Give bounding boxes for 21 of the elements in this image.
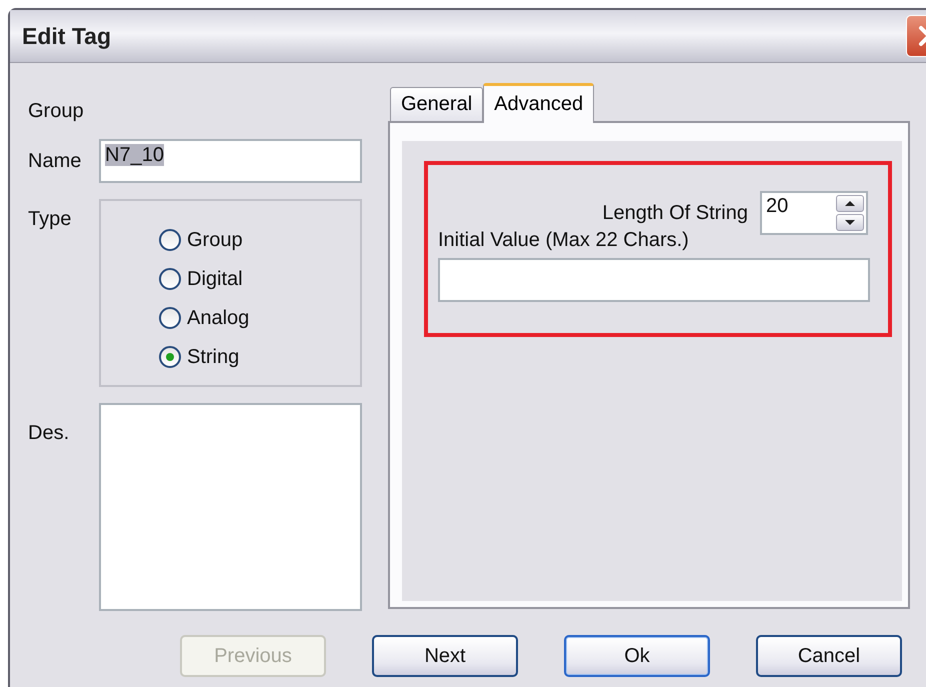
initial-value-field[interactable] xyxy=(438,258,870,302)
name-value: N7_10 xyxy=(105,144,164,166)
tab[interactable]: Advanced xyxy=(483,83,594,123)
type-radio[interactable]: String xyxy=(159,344,240,370)
description-field[interactable] xyxy=(99,403,362,611)
description-label: Des. xyxy=(27,421,70,445)
name-label: Name xyxy=(27,149,82,173)
dialog-button[interactable]: Next xyxy=(372,635,518,677)
dialog-button[interactable]: Ok xyxy=(564,635,710,677)
dialog-button[interactable]: Cancel xyxy=(756,635,902,677)
tab[interactable]: General xyxy=(390,87,484,121)
group-label: Group xyxy=(28,99,84,123)
length-label: Length Of String xyxy=(602,202,748,224)
type-radio[interactable]: Group xyxy=(159,227,243,253)
type-radio[interactable]: Digital xyxy=(159,266,243,292)
type-label: Type xyxy=(27,207,72,231)
name-field[interactable]: N7_10 xyxy=(99,139,362,183)
window-title: Edit Tag xyxy=(22,22,112,50)
initial-value-label: Initial Value (Max 22 Chars.) xyxy=(438,229,689,252)
length-spinner[interactable]: 20 xyxy=(760,191,868,235)
type-radio[interactable]: Analog xyxy=(159,305,250,331)
